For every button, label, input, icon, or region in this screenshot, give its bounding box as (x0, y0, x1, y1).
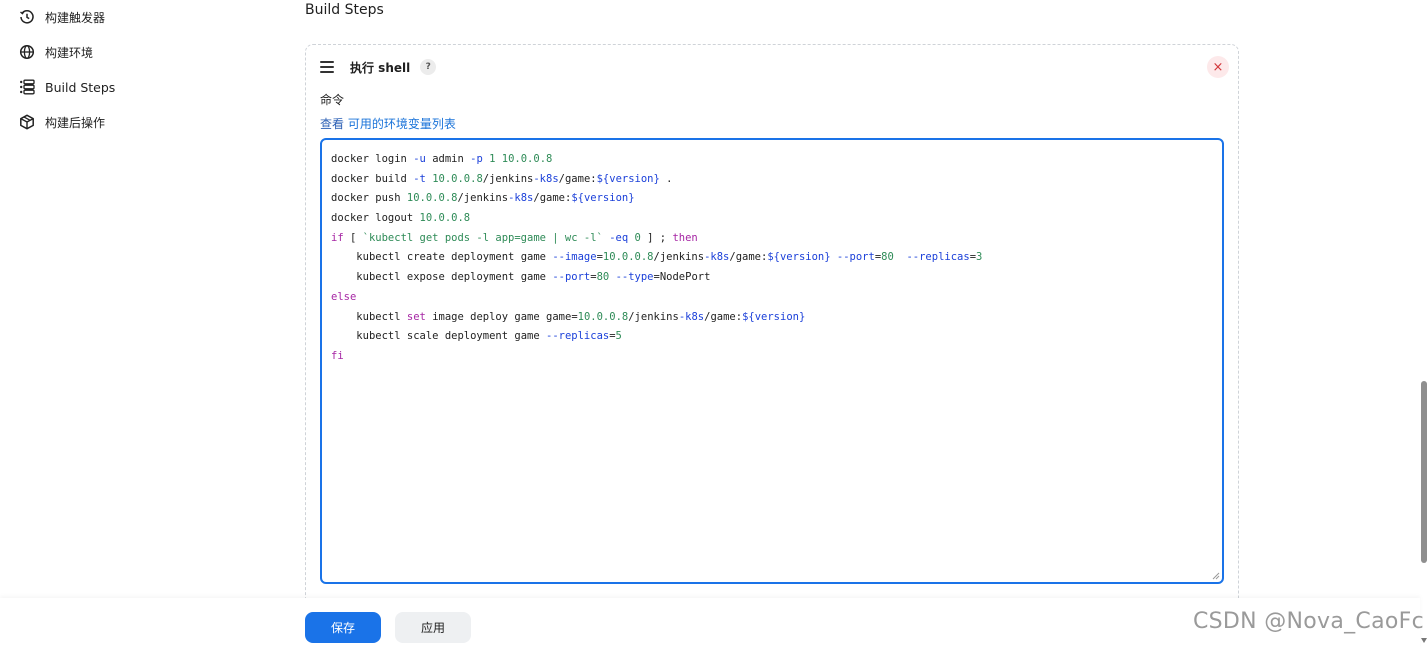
vertical-scrollbar[interactable] (1420, 0, 1428, 649)
sidebar-item-label: 构建触发器 (45, 10, 106, 25)
resize-grip-icon[interactable] (1212, 572, 1220, 580)
code-line: if [ `kubectl get pods -l app=game | wc … (331, 231, 698, 244)
env-link-prefix: 查看 (320, 117, 348, 131)
sidebar-item-label: 构建环境 (45, 45, 94, 60)
code-line: docker logout 10.0.0.8 (331, 212, 471, 225)
save-button[interactable]: 保存 (305, 612, 381, 643)
code-line: kubectl create deployment game --image=1… (356, 251, 983, 264)
scroll-down-icon[interactable] (1421, 638, 1427, 643)
code-line: kubectl expose deployment game --port=80… (356, 271, 711, 284)
build-step-card: 执行 shell ? × 命令 查看 可用的环境变量列表 docker logi… (305, 44, 1239, 614)
apply-button[interactable]: 应用 (395, 612, 471, 643)
step-header: 执行 shell ? (320, 57, 437, 77)
delete-step-button[interactable]: × (1207, 56, 1229, 78)
clock-refresh-icon (18, 8, 36, 26)
scrollbar-thumb[interactable] (1421, 381, 1427, 563)
globe-icon (18, 43, 36, 61)
help-icon[interactable]: ? (420, 59, 437, 75)
list-icon (18, 78, 36, 96)
sidebar-item-build-steps[interactable]: Build Steps (18, 76, 115, 98)
step-title: 执行 shell (350, 60, 411, 75)
code-line: fi (331, 349, 344, 362)
code-line: docker push 10.0.0.8/jenkins-k8s/game:${… (331, 192, 635, 205)
env-variables-hint: 查看 可用的环境变量列表 (320, 115, 456, 132)
command-textarea[interactable]: docker login -u admin -p 1 10.0.0.8 docke… (320, 138, 1224, 584)
code-line: docker build -t 10.0.0.8/jenkins-k8s/gam… (331, 172, 673, 185)
sidebar-item-post-build-actions[interactable]: 构建后操作 (18, 111, 105, 133)
drag-handle-icon[interactable] (320, 61, 334, 73)
sidebar-item-build-environment[interactable]: 构建环境 (18, 41, 93, 63)
sidebar-item-label: Build Steps (45, 79, 116, 95)
sidebar-item-build-triggers[interactable]: 构建触发器 (18, 6, 105, 28)
env-variables-link[interactable]: 可用的环境变量列表 (348, 117, 456, 131)
close-icon: × (1212, 59, 1224, 75)
section-title: Build Steps (305, 2, 384, 18)
watermark: CSDN @Nova_CaoFc (1193, 609, 1424, 634)
code-line: docker login -u admin -p 1 10.0.0.8 (331, 153, 553, 165)
sidebar-item-label: 构建后操作 (45, 115, 106, 130)
code-line: kubectl set image deploy game game=10.0.… (356, 310, 806, 323)
code-content[interactable]: docker login -u admin -p 1 10.0.0.8 docke… (322, 140, 1222, 367)
code-line: kubectl scale deployment game --replicas… (356, 330, 622, 343)
code-line: else (331, 290, 357, 303)
package-icon (18, 113, 36, 131)
command-label: 命令 (320, 93, 345, 107)
